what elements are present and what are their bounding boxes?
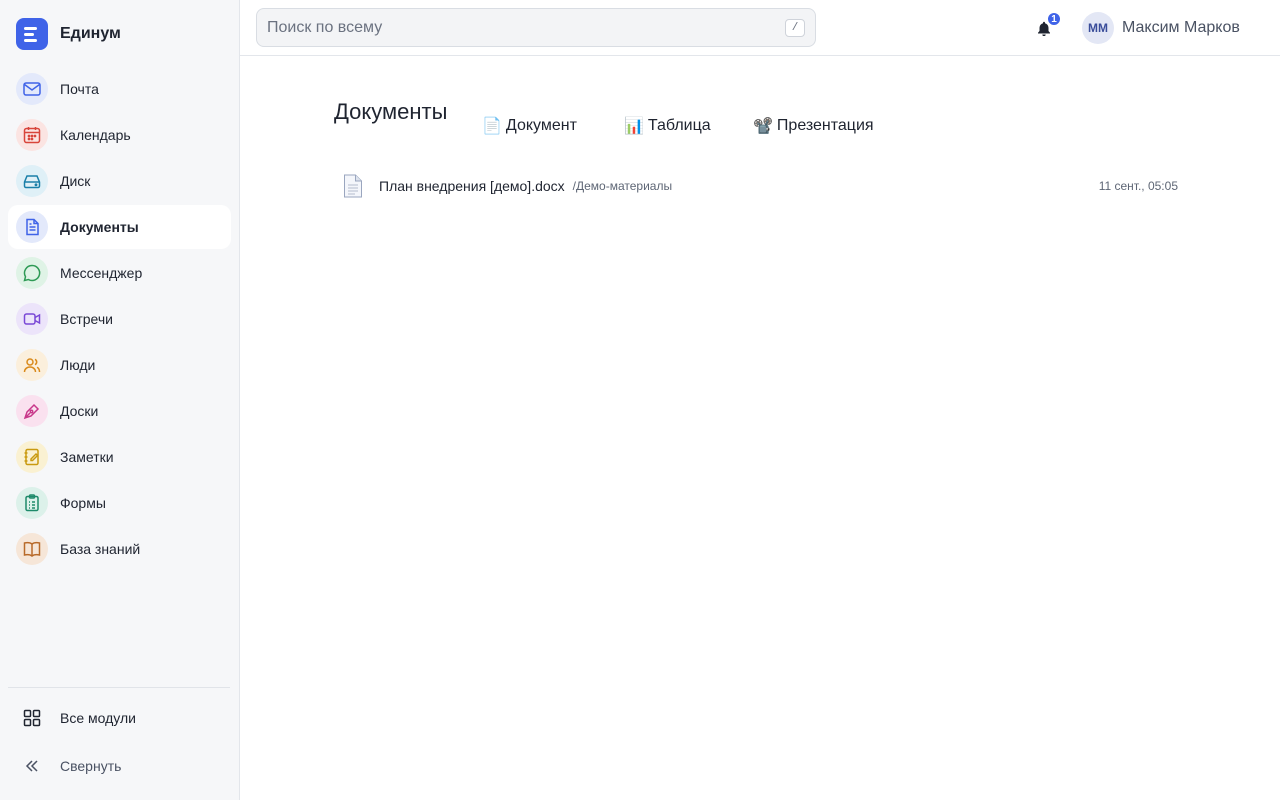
sidebar-item-meetings[interactable]: Встречи <box>8 297 231 341</box>
sidebar-item-label: Заметки <box>60 449 114 465</box>
file-name: План внедрения [демо].docx <box>379 178 565 194</box>
file-path: /Демо-материалы <box>572 179 673 193</box>
calendar-icon <box>16 119 48 151</box>
chevrons-left-icon <box>16 750 48 782</box>
sidebar-item-label: Доски <box>60 403 99 419</box>
sidebar-divider <box>8 687 230 688</box>
create-presentation-label: Презентация <box>776 117 874 134</box>
sidebar-item-disk[interactable]: Диск <box>8 159 231 203</box>
create-document-button[interactable]: 📄 Документ <box>482 115 577 137</box>
collapse-sidebar-button[interactable]: Свернуть <box>8 746 231 786</box>
collapse-label: Свернуть <box>60 758 122 774</box>
create-presentation-button[interactable]: 📽️ Презентация <box>753 115 874 137</box>
sidebar-item-label: Встречи <box>60 311 113 327</box>
search-bar[interactable]: / <box>256 8 816 47</box>
main-content: Документы 📄 Документ 📊 Таблица 📽️ Презен… <box>240 56 1280 800</box>
sidebar-item-mail[interactable]: Почта <box>8 67 231 111</box>
brand-logo-icon <box>16 18 48 50</box>
brand[interactable]: Единум <box>16 18 121 50</box>
brand-name: Единум <box>60 25 121 42</box>
sidebar-item-people[interactable]: Люди <box>8 343 231 387</box>
notifications-button[interactable]: 1 <box>1032 11 1062 40</box>
sidebar-item-knowledge-base[interactable]: База знаний <box>8 527 231 571</box>
file-date: 11 сент., 05:05 <box>1098 179 1178 193</box>
avatar: ММ <box>1082 12 1114 44</box>
sidebar-item-boards[interactable]: Доски <box>8 389 231 433</box>
video-icon <box>16 303 48 335</box>
notifications-badge: 1 <box>1046 11 1062 27</box>
create-spreadsheet-label: Таблица <box>647 117 711 134</box>
sidebar-item-label: Почта <box>60 81 99 97</box>
sidebar-item-documents[interactable]: Документы <box>8 205 231 249</box>
book-icon <box>16 533 48 565</box>
search-input[interactable] <box>267 18 785 37</box>
sidebar-item-notes[interactable]: Заметки <box>8 435 231 479</box>
people-icon <box>16 349 48 381</box>
sidebar-item-messenger[interactable]: Мессенджер <box>8 251 231 295</box>
note-icon <box>16 441 48 473</box>
sidebar-item-label: Мессенджер <box>60 265 143 281</box>
file-document-icon <box>342 174 364 198</box>
create-spreadsheet-button[interactable]: 📊 Таблица <box>624 115 711 137</box>
all-modules-button[interactable]: Все модули <box>8 698 231 738</box>
sidebar-item-label: База знаний <box>60 541 141 557</box>
document-emoji-icon: 📄 <box>482 118 502 135</box>
sidebar-nav: Почта Календарь Диск Документы Мессендже… <box>8 67 231 573</box>
grid-icon <box>16 702 48 734</box>
mail-icon <box>16 73 48 105</box>
sidebar-item-calendar[interactable]: Календарь <box>8 113 231 157</box>
pen-icon <box>16 395 48 427</box>
search-shortcut-hint: / <box>785 18 805 37</box>
topbar: / 1 ММ Максим Марков <box>240 0 1280 56</box>
chat-icon <box>16 257 48 289</box>
all-modules-label: Все модули <box>60 710 136 726</box>
create-document-label: Документ <box>505 117 577 134</box>
chart-emoji-icon: 📊 <box>624 118 644 135</box>
list-item[interactable]: План внедрения [демо].docx /Демо-материа… <box>336 170 1186 202</box>
sidebar-item-label: Календарь <box>60 127 131 143</box>
clipboard-icon <box>16 487 48 519</box>
user-name: Максим Марков <box>1122 19 1240 36</box>
page-title: Документы <box>334 99 448 124</box>
projector-emoji-icon: 📽️ <box>753 118 773 135</box>
sidebar-item-label: Формы <box>60 495 106 511</box>
user-menu[interactable]: ММ Максим Марков <box>1082 12 1240 44</box>
sidebar-item-forms[interactable]: Формы <box>8 481 231 525</box>
drive-icon <box>16 165 48 197</box>
sidebar: Единум Почта Календарь Диск Документы Ме… <box>0 0 240 800</box>
document-icon <box>16 211 48 243</box>
sidebar-item-label: Документы <box>60 219 139 235</box>
sidebar-item-label: Диск <box>60 173 91 189</box>
sidebar-item-label: Люди <box>60 357 96 373</box>
